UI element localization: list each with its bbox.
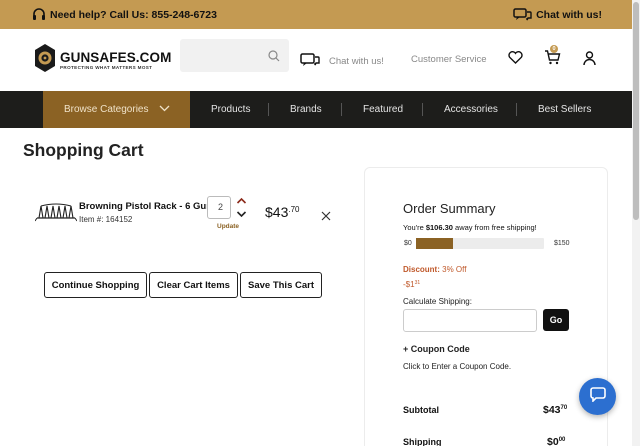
discount-amount-whole: -$1 bbox=[403, 280, 415, 289]
nav-divider bbox=[422, 103, 423, 116]
subtotal-whole: $43 bbox=[543, 404, 561, 416]
free-shipping-prefix: You're bbox=[403, 223, 426, 232]
free-shipping-amount: $106.30 bbox=[425, 223, 453, 232]
cart-item-price: $43.70 bbox=[265, 204, 299, 220]
discount-amount-cents: 31 bbox=[414, 280, 421, 286]
nav-item-products[interactable]: Products bbox=[211, 91, 250, 128]
nav-item-featured[interactable]: Featured bbox=[363, 91, 403, 128]
pistol-rack-product-image[interactable] bbox=[34, 200, 78, 227]
topbar-chat-link[interactable]: Chat with us! bbox=[513, 8, 602, 21]
header-chat-link[interactable]: Chat with us! bbox=[300, 52, 384, 70]
nav-divider bbox=[268, 103, 269, 116]
chevron-down-icon bbox=[159, 104, 170, 115]
shipping-label: Shipping bbox=[403, 437, 442, 446]
clear-cart-button[interactable]: Clear Cart Items bbox=[149, 272, 238, 298]
update-quantity-link[interactable]: Update bbox=[217, 223, 239, 230]
free-shipping-message: You're $106.30 away from free shipping! bbox=[403, 223, 537, 232]
remove-item-close-icon[interactable] bbox=[321, 208, 331, 226]
progress-fill bbox=[416, 238, 454, 249]
safe-badge-icon bbox=[33, 43, 57, 78]
main-navigation: Browse Categories Products Brands Featur… bbox=[0, 91, 632, 128]
shipping-zip-input[interactable] bbox=[403, 309, 537, 332]
save-cart-button[interactable]: Save This Cart bbox=[240, 272, 322, 298]
browse-categories-label: Browse Categories bbox=[64, 104, 149, 115]
price-whole: $43 bbox=[265, 204, 289, 220]
wishlist-heart-icon[interactable] bbox=[508, 51, 523, 69]
page-title: Shopping Cart bbox=[23, 140, 144, 160]
coupon-code-toggle[interactable]: + Coupon Code bbox=[403, 344, 470, 354]
price-cents: .70 bbox=[288, 205, 300, 214]
discount-value: 3% Off bbox=[439, 265, 467, 274]
chat-bubble-icon bbox=[589, 386, 606, 407]
shipping-value: $000 bbox=[547, 436, 565, 446]
discount-label: Discount: bbox=[403, 265, 440, 274]
subtotal-cents: 70 bbox=[560, 405, 568, 411]
site-logo[interactable]: GUNSAFES.COM PROTECTING WHAT MATTERS MOS… bbox=[33, 43, 171, 78]
scrollbar-thumb[interactable] bbox=[633, 2, 639, 220]
cart-icon[interactable]: 0 bbox=[544, 45, 561, 70]
discount-line: Discount: 3% Off bbox=[403, 265, 466, 274]
topbar-chat-text: Chat with us! bbox=[536, 8, 602, 21]
chat-bubbles-icon bbox=[513, 8, 532, 21]
calculate-shipping-label: Calculate Shipping: bbox=[403, 297, 472, 306]
discount-amount: -$131 bbox=[403, 280, 420, 289]
progress-max-label: $150 bbox=[554, 240, 570, 247]
logo-wordmark: GUNSAFES.COM PROTECTING WHAT MATTERS MOS… bbox=[60, 49, 172, 71]
nav-item-best-sellers[interactable]: Best Sellers bbox=[538, 91, 591, 128]
cart-item-number: Item #: 164152 bbox=[79, 215, 133, 224]
coupon-code-hint: Click to Enter a Coupon Code. bbox=[403, 362, 512, 371]
live-chat-button[interactable] bbox=[579, 378, 616, 415]
logo-tagline: PROTECTING WHAT MATTERS MOST bbox=[60, 64, 153, 70]
free-shipping-suffix: away from free shipping! bbox=[452, 223, 537, 232]
shipping-cents: 00 bbox=[558, 437, 566, 443]
browse-categories-menu[interactable]: Browse Categories bbox=[43, 91, 190, 128]
nav-item-accessories[interactable]: Accessories bbox=[444, 91, 498, 128]
search-input[interactable] bbox=[180, 39, 289, 72]
site-header: GUNSAFES.COM PROTECTING WHAT MATTERS MOS… bbox=[0, 29, 632, 91]
cart-item-name[interactable]: Browning Pistol Rack - 6 Gun bbox=[79, 201, 212, 212]
continue-shopping-button[interactable]: Continue Shopping bbox=[44, 272, 147, 298]
search-icon[interactable] bbox=[268, 49, 280, 67]
help-phone-text: Need help? Call Us: 855-248-6723 bbox=[50, 8, 217, 21]
subtotal-value: $4370 bbox=[543, 404, 567, 416]
chat-icon bbox=[300, 52, 320, 70]
order-summary-title: Order Summary bbox=[403, 201, 496, 216]
account-user-icon[interactable] bbox=[583, 51, 596, 71]
logo-name: GUNSAFES.COM bbox=[60, 49, 172, 65]
subtotal-label: Subtotal bbox=[403, 405, 439, 415]
free-shipping-progress-bar bbox=[416, 238, 544, 249]
nav-divider bbox=[341, 103, 342, 116]
cart-count-badge: 0 bbox=[550, 45, 558, 53]
help-phone-link[interactable]: Need help? Call Us: 855-248-6723 bbox=[32, 8, 217, 21]
calculate-shipping-go-button[interactable]: Go bbox=[543, 309, 569, 331]
header-chat-text: Chat with us! bbox=[329, 55, 384, 67]
quantity-input[interactable]: 2 bbox=[207, 196, 231, 219]
nav-divider bbox=[516, 103, 517, 116]
nav-item-brands[interactable]: Brands bbox=[290, 91, 322, 128]
customer-service-link[interactable]: Customer Service bbox=[411, 54, 487, 65]
headset-icon bbox=[32, 8, 46, 21]
progress-min-label: $0 bbox=[404, 240, 412, 247]
page-scrollbar[interactable] bbox=[632, 0, 640, 446]
quantity-stepper[interactable] bbox=[236, 197, 247, 224]
top-announcement-bar: Need help? Call Us: 855-248-6723 Chat wi… bbox=[0, 0, 632, 29]
shipping-whole: $0 bbox=[547, 436, 559, 446]
